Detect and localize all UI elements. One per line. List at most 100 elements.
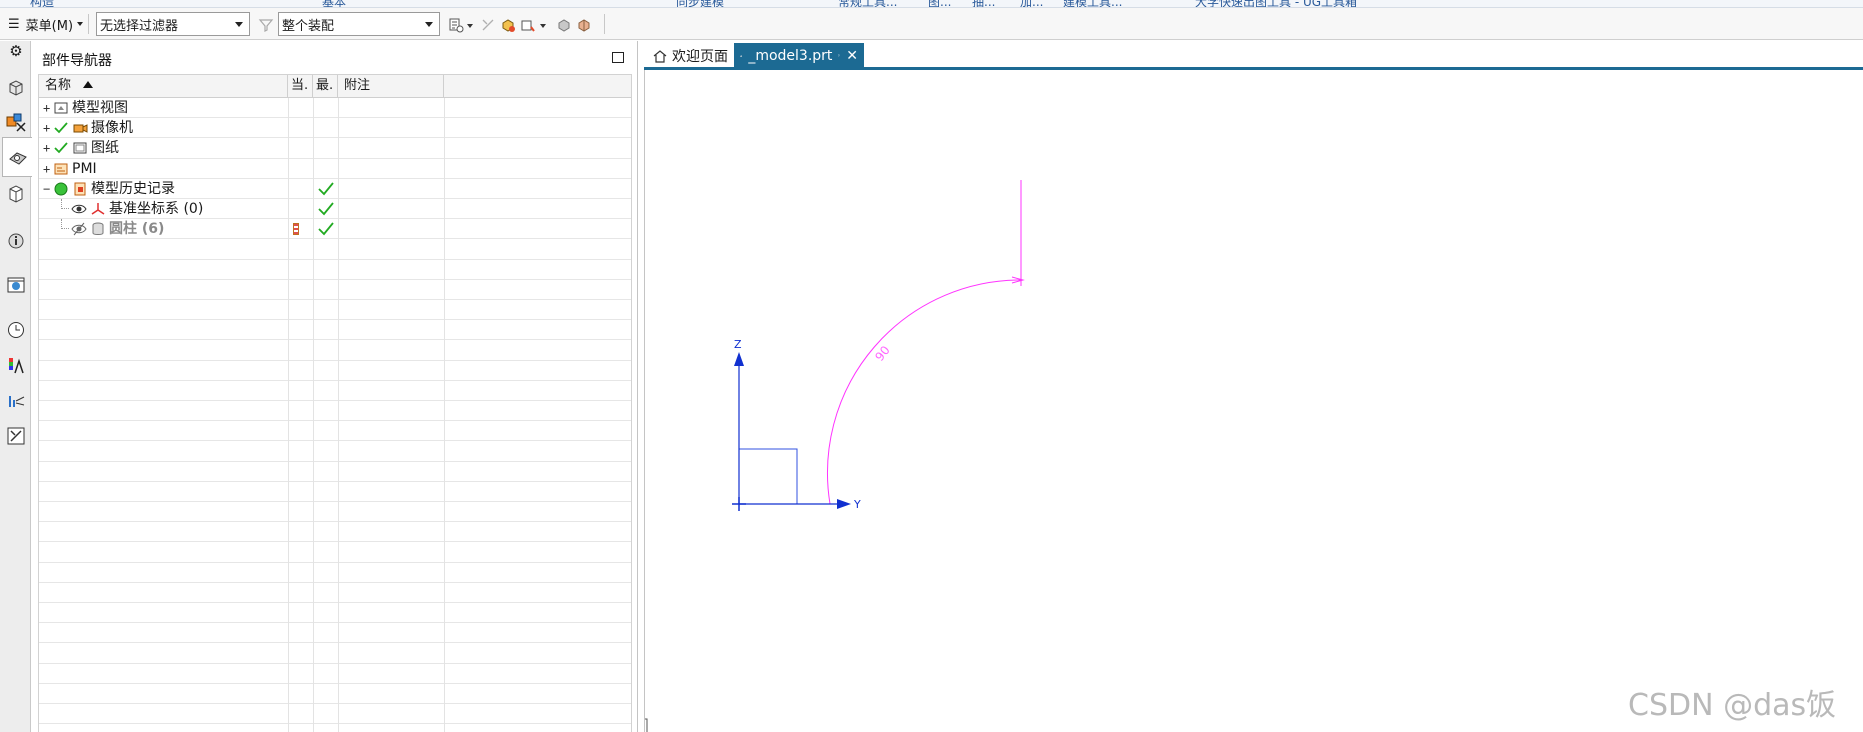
- ribbon-tab-extract[interactable]: 抽...: [972, 0, 995, 7]
- triad-cube: [612, 718, 648, 732]
- ribbon-tab-basic[interactable]: 基本: [322, 0, 346, 7]
- table-row[interactable]: + 图纸: [39, 138, 631, 159]
- constraint-navigator-tab[interactable]: [3, 109, 29, 135]
- node-label-4[interactable]: 模型历史记录: [53, 179, 175, 199]
- hd3d-tools-tab[interactable]: [3, 228, 29, 254]
- table-row[interactable]: [39, 461, 631, 482]
- menu-button[interactable]: ☰ 菜单(M): [8, 13, 84, 35]
- selection-filter-dropdown[interactable]: 无选择过滤器: [96, 12, 250, 36]
- table-row[interactable]: [39, 542, 631, 563]
- history-tab[interactable]: [3, 317, 29, 343]
- table-row[interactable]: [39, 724, 631, 732]
- table-row[interactable]: [39, 401, 631, 422]
- system-scene-tab[interactable]: [3, 388, 29, 414]
- table-row[interactable]: [39, 320, 631, 341]
- y-axis-arrow: [837, 499, 851, 509]
- column-header-notes[interactable]: 附注: [338, 75, 444, 98]
- suppressed-timestamp-icon: [293, 223, 299, 236]
- part-navigator-panel: 部件导航器 名称 当. 最. 附注 + 模型视图 + 摄像机 + 图纸 + PMI − 模型历史记…: [32, 41, 638, 732]
- node-label-5[interactable]: 基准坐标系 (0): [71, 199, 203, 219]
- table-row[interactable]: [39, 239, 631, 260]
- chevron-down-icon[interactable]: [467, 24, 473, 28]
- assembly-navigator-tab[interactable]: [3, 75, 29, 101]
- table-row[interactable]: [39, 502, 631, 523]
- column-header-name[interactable]: 名称: [39, 75, 288, 98]
- table-row[interactable]: [39, 279, 631, 300]
- check-icon: [318, 202, 334, 216]
- table-row[interactable]: [39, 481, 631, 502]
- table-row[interactable]: [39, 340, 631, 361]
- filter-reset-icon[interactable]: [258, 17, 274, 33]
- selection-scope-dropdown[interactable]: 整个装配: [278, 12, 440, 36]
- collapse-icon[interactable]: −: [43, 183, 52, 195]
- ribbon-tab-general[interactable]: 常规工具...: [838, 0, 897, 7]
- graphics-window[interactable]: 90 Z Y Z: [612, 70, 1863, 732]
- sketch-canvas[interactable]: 90 Z Y Z: [612, 70, 1863, 732]
- tab-model3[interactable]: _model3.prt ✕: [734, 43, 864, 68]
- table-row[interactable]: + 摄像机: [39, 118, 631, 139]
- ribbon-tab-diagram[interactable]: 图...: [928, 0, 951, 7]
- render-style-icon[interactable]: [576, 17, 592, 33]
- table-row[interactable]: [39, 380, 631, 401]
- table-row[interactable]: [39, 562, 631, 583]
- tab-welcome[interactable]: 欢迎页面: [647, 43, 734, 68]
- table-row[interactable]: [39, 300, 631, 321]
- expand-icon[interactable]: +: [43, 102, 52, 114]
- node-label-6[interactable]: 圆柱 (6): [71, 219, 164, 239]
- roles-icon: [7, 427, 25, 445]
- table-row[interactable]: [39, 643, 631, 664]
- node-label-3[interactable]: PMI: [53, 159, 97, 179]
- part-navigator-tab[interactable]: [2, 137, 32, 177]
- node-label-0[interactable]: 模型视图: [53, 98, 128, 118]
- roles-tab[interactable]: [3, 423, 29, 449]
- z-axis-label: Z: [734, 338, 742, 351]
- table-row[interactable]: [39, 704, 631, 725]
- column-header-current[interactable]: 当.: [288, 75, 313, 98]
- eye-icon: [71, 204, 87, 214]
- table-row[interactable]: [39, 582, 631, 603]
- type-filter-icon[interactable]: [448, 17, 464, 33]
- resource-settings-button[interactable]: ⚙: [3, 38, 29, 64]
- ribbon-tab-add[interactable]: 加...: [1020, 0, 1043, 7]
- select-body-icon[interactable]: [500, 17, 516, 33]
- reuse-library-tab[interactable]: [3, 181, 29, 207]
- table-row[interactable]: + 模型视图: [39, 98, 631, 119]
- visualization-tab[interactable]: [3, 353, 29, 379]
- selection-scope-value: 整个装配: [282, 18, 335, 34]
- expand-icon[interactable]: +: [43, 122, 52, 134]
- select-feature-icon[interactable]: [520, 17, 536, 33]
- table-row[interactable]: [39, 683, 631, 704]
- hd3d-tools-icon: [8, 233, 24, 249]
- table-row[interactable]: [39, 421, 631, 442]
- table-row[interactable]: 圆柱 (6): [39, 219, 631, 240]
- table-row[interactable]: [39, 522, 631, 543]
- table-row[interactable]: − 模型历史记录: [39, 178, 631, 199]
- expand-icon[interactable]: +: [43, 142, 52, 154]
- ribbon-tab-sync[interactable]: 同步建模: [676, 0, 724, 7]
- table-row[interactable]: [39, 259, 631, 280]
- watermark-text: CSDN @das饭: [1628, 688, 1837, 723]
- table-row[interactable]: 基准坐标系 (0): [39, 199, 631, 220]
- chevron-down-icon[interactable]: [540, 24, 546, 28]
- ribbon-tab-modeling-tools[interactable]: 建模工具...: [1063, 0, 1122, 7]
- maximize-icon[interactable]: [612, 52, 624, 63]
- table-row[interactable]: [39, 441, 631, 462]
- node-label-2[interactable]: 图纸: [53, 138, 119, 158]
- show-hide-icon[interactable]: [556, 17, 572, 33]
- expand-icon[interactable]: +: [43, 163, 52, 175]
- web-browser-tab[interactable]: [3, 272, 29, 298]
- close-icon[interactable]: ✕: [846, 48, 858, 64]
- node-label-1[interactable]: 摄像机: [53, 118, 133, 138]
- ribbon-tab-ug-toolbox[interactable]: 大学快速出图工具 - UG工具箱: [1195, 0, 1357, 7]
- table-row[interactable]: [39, 360, 631, 381]
- table-row[interactable]: [39, 623, 631, 644]
- ribbon-strip: 构造 基本 同步建模 常规工具... 图... 抽... 加... 建模工具..…: [0, 0, 1863, 8]
- ribbon-tab-construct[interactable]: 构造: [30, 0, 54, 7]
- snap-point-icon[interactable]: [480, 17, 496, 33]
- tab-label: 欢迎页面: [672, 48, 728, 65]
- resource-bar: ⚙: [0, 38, 32, 732]
- table-row[interactable]: [39, 603, 631, 624]
- table-row[interactable]: [39, 663, 631, 684]
- column-header-latest[interactable]: 最.: [313, 75, 338, 98]
- table-row[interactable]: + PMI: [39, 158, 631, 179]
